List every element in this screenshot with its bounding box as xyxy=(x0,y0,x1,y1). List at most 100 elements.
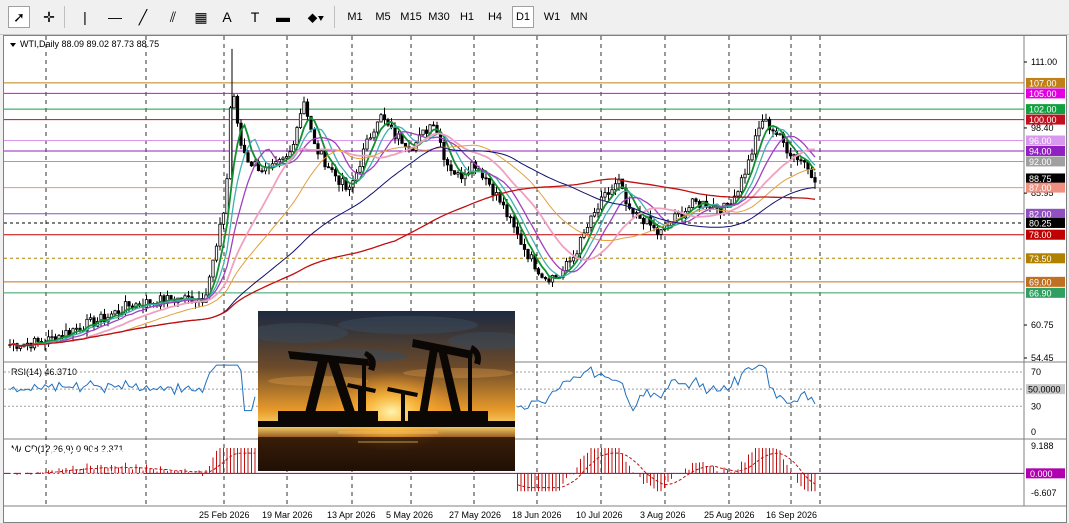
candle-body xyxy=(452,170,457,175)
candle-body xyxy=(529,254,534,260)
candle-body xyxy=(778,133,782,136)
candle-body xyxy=(333,169,338,177)
candle-body xyxy=(312,129,317,145)
price-tick-label: 54.45 xyxy=(1031,353,1054,363)
candle-body xyxy=(788,152,793,157)
candle-body xyxy=(298,113,303,128)
candle-body xyxy=(74,327,79,330)
toolbar-separator xyxy=(64,6,65,28)
timeframe-h4[interactable]: H4 xyxy=(484,6,506,28)
brand-tagline: Instant Forex Trading xyxy=(40,470,144,482)
candle-body xyxy=(445,159,450,166)
candle-body xyxy=(375,121,380,133)
candle-body xyxy=(228,107,233,180)
price-level-tag-label: 96.00 xyxy=(1029,136,1052,146)
shapes-dropdown-icon[interactable]: ⬥▾ xyxy=(302,6,330,28)
rsi-tick-label: 30 xyxy=(1031,401,1041,411)
vertical-line-icon[interactable]: | xyxy=(76,6,94,28)
candle-body xyxy=(571,256,576,262)
date-label: 27 May 2026 xyxy=(449,510,501,520)
candle-body xyxy=(613,183,618,191)
candle-body xyxy=(232,95,236,109)
timeframe-m15[interactable]: M15 xyxy=(398,6,424,28)
timeframe-m1[interactable]: M1 xyxy=(344,6,366,28)
timeframe-w1[interactable]: W1 xyxy=(540,6,564,28)
candle-body xyxy=(18,346,23,349)
text-icon[interactable]: A xyxy=(218,6,236,28)
candle-body xyxy=(753,135,758,155)
collapse-arrow-icon[interactable] xyxy=(10,43,16,47)
candle-body xyxy=(522,243,527,250)
candle-body xyxy=(526,249,530,260)
macd-tick-label: 0.000 xyxy=(1030,469,1053,479)
candle-body xyxy=(690,198,695,209)
candle-body xyxy=(88,317,93,320)
candle-body xyxy=(449,164,453,171)
price-level-tag-label: 87.00 xyxy=(1029,183,1052,193)
price-tick-label: 111.00 xyxy=(1031,57,1057,67)
candle-body xyxy=(512,216,516,228)
candle-body xyxy=(536,268,541,275)
trendline-icon[interactable]: ╱ xyxy=(132,6,154,28)
candle-body xyxy=(235,95,240,124)
price-level-tag-label: 105.00 xyxy=(1029,89,1057,99)
date-label: 10 Jul 2026 xyxy=(576,510,623,520)
text-label-icon[interactable]: T xyxy=(246,6,264,28)
candle-body xyxy=(116,310,121,314)
cursor-icon[interactable]: ➚ xyxy=(8,6,30,28)
candle-body xyxy=(641,217,646,225)
horizontal-line-icon[interactable]: — xyxy=(104,6,126,28)
candle-body xyxy=(379,114,383,123)
candle-body xyxy=(456,172,460,175)
candle-body xyxy=(543,277,548,280)
timeframe-h1[interactable]: H1 xyxy=(456,6,478,28)
candle-body xyxy=(484,177,488,180)
candle-body xyxy=(634,212,639,215)
candle-body xyxy=(50,336,54,339)
date-label: 25 Aug 2026 xyxy=(704,510,755,520)
crosshair-icon[interactable]: ✛ xyxy=(38,6,60,28)
candle-body xyxy=(799,159,803,162)
rectangle-icon[interactable]: ▬ xyxy=(272,6,294,28)
rsi-tick-label: 0 xyxy=(1031,427,1036,437)
date-label: 18 Jun 2026 xyxy=(512,510,562,520)
candle-body xyxy=(547,278,551,283)
date-label: 3 Aug 2026 xyxy=(640,510,686,520)
candle-body xyxy=(431,124,436,127)
candle-body xyxy=(326,166,331,169)
candle-body xyxy=(708,206,712,209)
candle-body xyxy=(25,342,30,345)
candle-body xyxy=(295,127,299,145)
candle-body xyxy=(610,189,614,195)
timeframe-mn[interactable]: MN xyxy=(568,6,590,28)
price-level-tag-label: 102.00 xyxy=(1029,105,1057,115)
candle-body xyxy=(725,202,730,205)
timeframe-m30[interactable]: M30 xyxy=(426,6,452,28)
candle-body xyxy=(491,183,495,196)
candle-body xyxy=(764,118,768,122)
price-level-tag-label: 73.50 xyxy=(1029,254,1052,264)
candle-body xyxy=(694,198,698,202)
candle-body xyxy=(337,175,341,185)
candle-body xyxy=(260,170,264,173)
candle-body xyxy=(743,173,747,179)
candle-body xyxy=(771,129,775,132)
candle-body xyxy=(589,215,593,228)
timeframe-d1[interactable]: D1 xyxy=(512,6,534,28)
candle-body xyxy=(501,201,506,206)
fibonacci-icon[interactable]: ▦ xyxy=(190,6,212,28)
candle-body xyxy=(274,161,278,165)
rsi-tick-label: 50.0000 xyxy=(1028,385,1061,395)
candle-body xyxy=(319,150,324,155)
channel-icon[interactable]: ⫽ xyxy=(162,6,184,28)
rsi-tick-label: 70 xyxy=(1031,367,1041,377)
candle-body xyxy=(218,223,222,247)
candle-body xyxy=(340,178,345,185)
macd-tick-label: -6.607 xyxy=(1031,488,1057,498)
candle-body xyxy=(242,144,247,154)
candle-body xyxy=(403,142,408,148)
candle-body xyxy=(540,273,544,278)
candle-body xyxy=(599,196,604,210)
timeframe-m5[interactable]: M5 xyxy=(372,6,394,28)
candle-body xyxy=(347,186,352,190)
